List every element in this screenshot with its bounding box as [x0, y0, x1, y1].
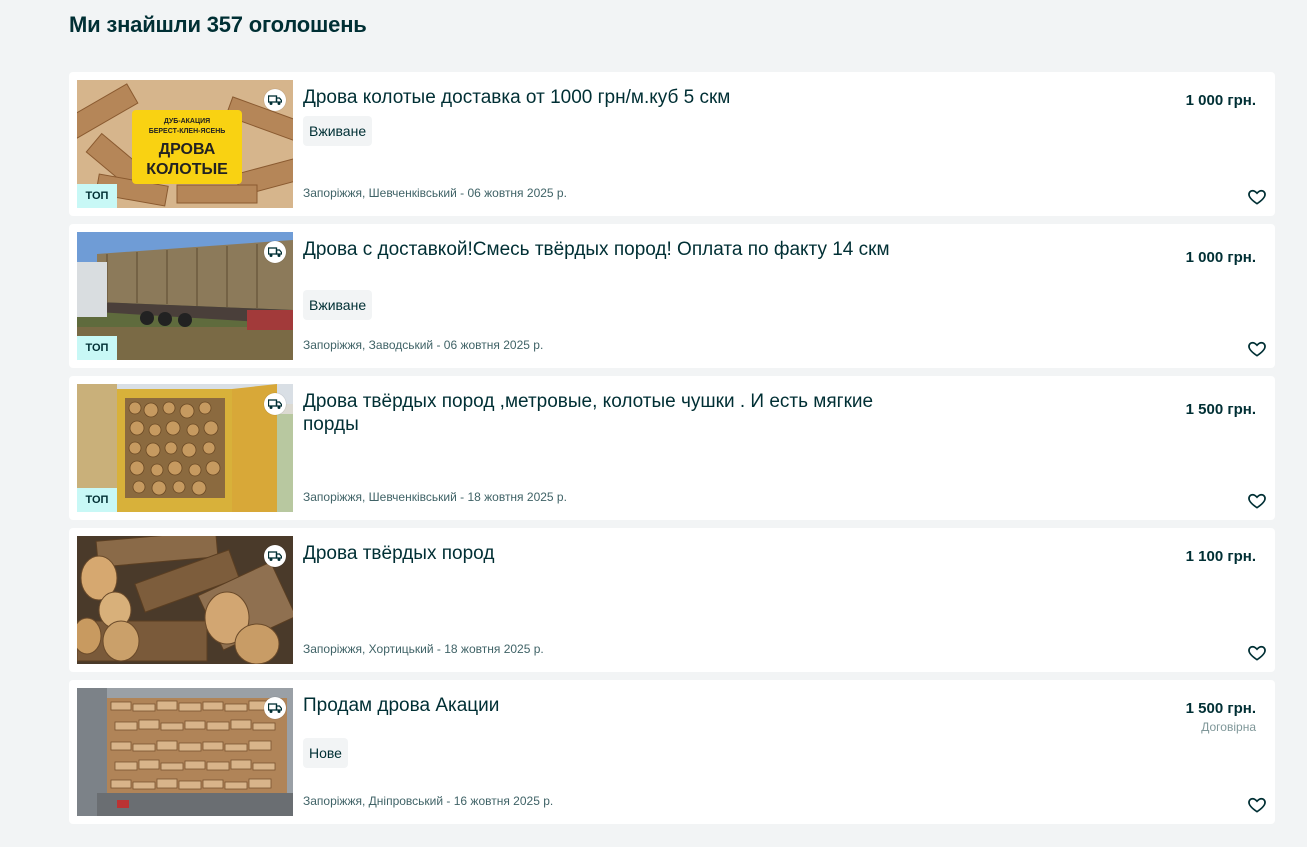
- image-line-1: ДУБ-АКАЦИЯ: [164, 118, 210, 125]
- image-line-2: БЕРЕСТ-КЛЕН-ЯСЕНЬ: [149, 128, 226, 135]
- heart-icon[interactable]: [1247, 491, 1267, 511]
- listing-list: ДУБ-АКАЦИЯ БЕРЕСТ-КЛЕН-ЯСЕНЬ ДРОВА КОЛОТ…: [69, 72, 1275, 832]
- listing-title[interactable]: Дрова твёрдых пород: [303, 542, 923, 565]
- condition-tag: Вживане: [303, 290, 373, 320]
- condition-tag: Вживане: [303, 116, 373, 146]
- listing-location-date: Запоріжжя, Шевченківський - 06 жовтня 20…: [303, 186, 567, 200]
- listing-card[interactable]: ТОП Дрова с доставкой!Смесь твёрдых поро…: [69, 224, 1275, 368]
- truck-icon: [264, 393, 286, 415]
- listing-image[interactable]: ДУБ-АКАЦИЯ БЕРЕСТ-КЛЕН-ЯСЕНЬ ДРОВА КОЛОТ…: [77, 80, 293, 208]
- negotiable-label: Договірна: [1201, 720, 1256, 734]
- listing-image[interactable]: [77, 536, 293, 664]
- truck-icon: [264, 697, 286, 719]
- listing-price: 1 000 грн.: [1185, 249, 1256, 266]
- listing-card[interactable]: ТОП Дрова твёрдых пород ,метровые, колот…: [69, 376, 1275, 520]
- heart-icon[interactable]: [1247, 643, 1267, 663]
- truck-icon: [264, 241, 286, 263]
- image-line-3: ДРОВА: [159, 141, 216, 158]
- listing-location-date: Запоріжжя, Дніпровський - 16 жовтня 2025…: [303, 794, 554, 808]
- results-heading: Ми знайшли 357 оголошень: [69, 12, 367, 37]
- listing-price: 1 100 грн.: [1185, 548, 1256, 565]
- listing-title[interactable]: Дрова колотые доставка от 1000 грн/м.куб…: [303, 86, 923, 109]
- listing-location-date: Запоріжжя, Заводський - 06 жовтня 2025 р…: [303, 338, 544, 352]
- listing-location-date: Запоріжжя, Шевченківський - 18 жовтня 20…: [303, 490, 567, 504]
- truck-icon: [264, 545, 286, 567]
- listing-image[interactable]: [77, 688, 293, 816]
- listing-title[interactable]: Дрова с доставкой!Смесь твёрдых пород! О…: [303, 238, 923, 261]
- listing-card[interactable]: Дрова твёрдых пород Запоріжжя, Хортицьки…: [69, 528, 1275, 672]
- listing-price: 1 500 грн.: [1185, 700, 1256, 717]
- listing-card[interactable]: Продам дрова Акации Нове Запоріжжя, Дніп…: [69, 680, 1275, 824]
- listing-location-date: Запоріжжя, Хортицький - 18 жовтня 2025 р…: [303, 642, 544, 656]
- top-badge: ТОП: [77, 488, 117, 512]
- heart-icon[interactable]: [1247, 187, 1267, 207]
- top-badge: ТОП: [77, 336, 117, 360]
- heart-icon[interactable]: [1247, 795, 1267, 815]
- listing-title[interactable]: Продам дрова Акации: [303, 694, 923, 717]
- listing-image[interactable]: ТОП: [77, 232, 293, 360]
- listing-price: 1 500 грн.: [1185, 401, 1256, 418]
- heart-icon[interactable]: [1247, 339, 1267, 359]
- listing-title[interactable]: Дрова твёрдых пород ,метровые, колотые ч…: [303, 390, 923, 436]
- condition-tag: Нове: [303, 738, 348, 768]
- listing-price: 1 000 грн.: [1185, 92, 1256, 109]
- image-line-4: КОЛОТЫЕ: [146, 161, 228, 178]
- truck-icon: [264, 89, 286, 111]
- top-badge: ТОП: [77, 184, 117, 208]
- listing-image[interactable]: ТОП: [77, 384, 293, 512]
- listing-card[interactable]: ДУБ-АКАЦИЯ БЕРЕСТ-КЛЕН-ЯСЕНЬ ДРОВА КОЛОТ…: [69, 72, 1275, 216]
